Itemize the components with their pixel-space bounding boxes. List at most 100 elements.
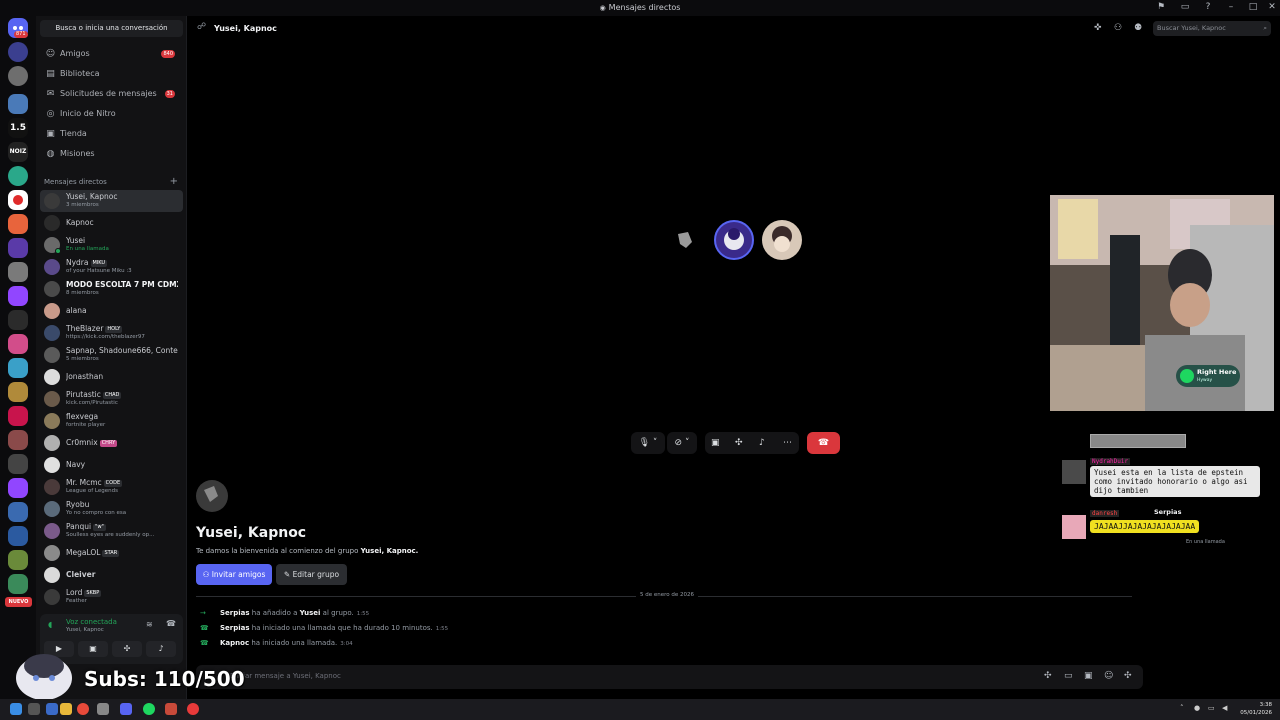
taskbar-app-icon[interactable] bbox=[28, 703, 40, 715]
soundboard-button[interactable]: ♪ bbox=[146, 641, 176, 657]
dm-item[interactable]: Pirutastic CHAD kick.com/Pirutastic bbox=[40, 388, 183, 410]
dm-item[interactable]: Mr. Mcmc CODE League of Legends bbox=[40, 476, 183, 498]
taskbar-app-icon[interactable] bbox=[46, 703, 58, 715]
dm-item[interactable]: Sapnap, Shadoune666, Conte... 5 miembros bbox=[40, 344, 183, 366]
disconnect-icon[interactable]: ☎ bbox=[166, 619, 176, 628]
server-icon[interactable] bbox=[8, 454, 28, 474]
volume-icon[interactable]: ◀ bbox=[1222, 704, 1227, 712]
nav-message-requests[interactable]: ✉ Solicitudes de mensajes 31 bbox=[40, 85, 183, 103]
system-actor[interactable]: Serpias bbox=[220, 609, 250, 617]
dm-item[interactable]: Cr0mnix CHRY bbox=[40, 432, 183, 454]
server-icon[interactable] bbox=[8, 238, 28, 258]
dm-item[interactable]: Yusei, Kapnoc 3 miembros bbox=[40, 190, 183, 212]
system-actor[interactable]: Serpias bbox=[220, 624, 250, 632]
network-icon[interactable]: ▭ bbox=[1208, 704, 1215, 712]
camera-toggle-button[interactable]: ⊘ ˅ bbox=[667, 432, 697, 454]
pin-icon[interactable]: ✜ bbox=[1094, 23, 1102, 33]
more-options-icon[interactable]: ⋯ bbox=[783, 432, 792, 454]
server-icon[interactable] bbox=[8, 94, 28, 114]
spotify-taskbar-icon[interactable] bbox=[143, 703, 155, 715]
nav-nitro[interactable]: ◎ Inicio de Nitro bbox=[40, 105, 183, 123]
add-member-icon[interactable]: ⚇ bbox=[1114, 23, 1122, 33]
server-icon[interactable] bbox=[8, 214, 28, 234]
server-icon[interactable] bbox=[8, 310, 28, 330]
emoji-icon[interactable]: ☺ bbox=[1104, 671, 1113, 681]
system-actor[interactable]: Kapnoc bbox=[220, 639, 249, 647]
nav-friends[interactable]: ☺ Amigos 840 bbox=[40, 45, 183, 63]
system-target[interactable]: Yusei bbox=[300, 609, 321, 617]
server-icon[interactable] bbox=[8, 42, 28, 62]
mute-button[interactable]: 🎙︎ ˅ bbox=[631, 432, 665, 454]
chrome-icon[interactable] bbox=[77, 703, 89, 715]
help-icon[interactable]: ? bbox=[1201, 2, 1215, 14]
dm-item[interactable]: TheBlazer HOLY https://kick.com/theblazer9… bbox=[40, 322, 183, 344]
find-conversation-button[interactable]: Busca o inicia una conversación bbox=[40, 20, 183, 37]
dm-item[interactable]: Ryobu Yo no compro con esa bbox=[40, 498, 183, 520]
server-icon[interactable] bbox=[8, 430, 28, 450]
dm-item[interactable]: Nydra MIKU of your Hatsune Miku :3 bbox=[40, 256, 183, 278]
dm-item[interactable]: MegaLOL STAR bbox=[40, 542, 183, 564]
server-icon[interactable] bbox=[8, 382, 28, 402]
server-icon[interactable] bbox=[8, 262, 28, 282]
dm-item[interactable]: Lord SKBP Feather bbox=[40, 586, 183, 608]
taskbar-app-icon[interactable] bbox=[165, 703, 177, 715]
dm-item[interactable]: Cleiver bbox=[40, 564, 183, 586]
taskbar-app-icon[interactable] bbox=[97, 703, 109, 715]
maximize-icon[interactable]: □ bbox=[1246, 2, 1260, 14]
dm-item[interactable]: Jonasthan bbox=[40, 366, 183, 388]
obs-taskbar-icon[interactable] bbox=[187, 703, 199, 715]
search-input[interactable]: Buscar Yusei, Kapnoc ⌕ bbox=[1153, 21, 1271, 36]
close-icon[interactable]: ✕ bbox=[1265, 2, 1279, 14]
dm-item[interactable]: MODO ESCOLTA 7 PM CDMX ...8 miembros bbox=[40, 278, 183, 300]
system-clock[interactable]: 3:38 05/01/2026 bbox=[1240, 701, 1272, 717]
activities-icon[interactable]: ✣ bbox=[735, 432, 743, 454]
discord-taskbar-icon[interactable] bbox=[120, 703, 132, 715]
server-icon[interactable] bbox=[8, 574, 28, 594]
dm-item[interactable]: alana bbox=[40, 300, 183, 322]
dm-item[interactable]: Panqui "w" Soulless eyes are suddenly op..… bbox=[40, 520, 183, 542]
dm-item[interactable]: Kapnoc bbox=[40, 212, 183, 234]
server-icon[interactable] bbox=[8, 334, 28, 354]
message-composer[interactable]: Enviar mensaje a Yusei, Kapnoc ✣ ▭ ▣ ☺ ✣ bbox=[196, 665, 1143, 689]
apps-icon[interactable]: ✣ bbox=[1124, 671, 1132, 681]
participant-avatar[interactable] bbox=[714, 220, 754, 260]
soundboard-icon[interactable]: ♪ bbox=[759, 432, 765, 454]
start-icon[interactable] bbox=[10, 703, 22, 715]
dm-item[interactable]: Navy bbox=[40, 454, 183, 476]
gift-icon[interactable]: ✣ bbox=[1044, 671, 1052, 681]
nav-library[interactable]: ▤ Biblioteca bbox=[40, 65, 183, 83]
dm-item[interactable]: flexvega fortnite player bbox=[40, 410, 183, 432]
noise-suppression-icon[interactable]: ≋ bbox=[146, 620, 153, 629]
member-list-icon[interactable]: ⚉ bbox=[1134, 23, 1142, 33]
sticker-icon[interactable]: ▣ bbox=[1084, 671, 1093, 681]
activities-button[interactable]: ✣ bbox=[112, 641, 142, 657]
participant-avatar[interactable] bbox=[762, 220, 802, 260]
server-icon[interactable] bbox=[8, 358, 28, 378]
edit-group-button[interactable]: ✎ Editar grupo bbox=[276, 564, 347, 585]
server-icon[interactable]: 1.5 bbox=[8, 118, 28, 138]
tray-arrow-icon[interactable]: ˄ bbox=[1180, 704, 1184, 712]
file-explorer-icon[interactable] bbox=[60, 703, 72, 715]
server-icon[interactable] bbox=[8, 526, 28, 546]
dm-item[interactable]: Yusei En una llamada bbox=[40, 234, 183, 256]
twitch-server-icon[interactable] bbox=[8, 478, 28, 498]
screen-icon[interactable]: ▭ bbox=[1178, 2, 1192, 14]
leave-call-button[interactable]: ☎ bbox=[807, 432, 840, 454]
server-icon[interactable] bbox=[8, 190, 28, 210]
server-icon[interactable] bbox=[8, 406, 28, 426]
participant-avatar[interactable] bbox=[664, 220, 704, 260]
server-icon[interactable] bbox=[8, 550, 28, 570]
mic-tray-icon[interactable]: ● bbox=[1194, 704, 1200, 712]
server-icon[interactable] bbox=[8, 166, 28, 186]
nav-quests[interactable]: ◍ Misiones bbox=[40, 145, 183, 163]
screen-share-button[interactable]: ▣ bbox=[78, 641, 108, 657]
server-icon[interactable] bbox=[8, 66, 28, 86]
inbox-icon[interactable]: ⚑ bbox=[1154, 2, 1168, 14]
invite-friends-button[interactable]: ⚇ Invitar amigos bbox=[196, 564, 272, 585]
create-dm-plus-icon[interactable]: + bbox=[170, 176, 178, 187]
server-icon[interactable] bbox=[8, 502, 28, 522]
nav-shop[interactable]: ▣ Tienda bbox=[40, 125, 183, 143]
gif-icon[interactable]: ▭ bbox=[1064, 671, 1073, 681]
twitch-server-icon[interactable] bbox=[8, 286, 28, 306]
screen-share-icon[interactable]: ▣ bbox=[711, 432, 720, 454]
